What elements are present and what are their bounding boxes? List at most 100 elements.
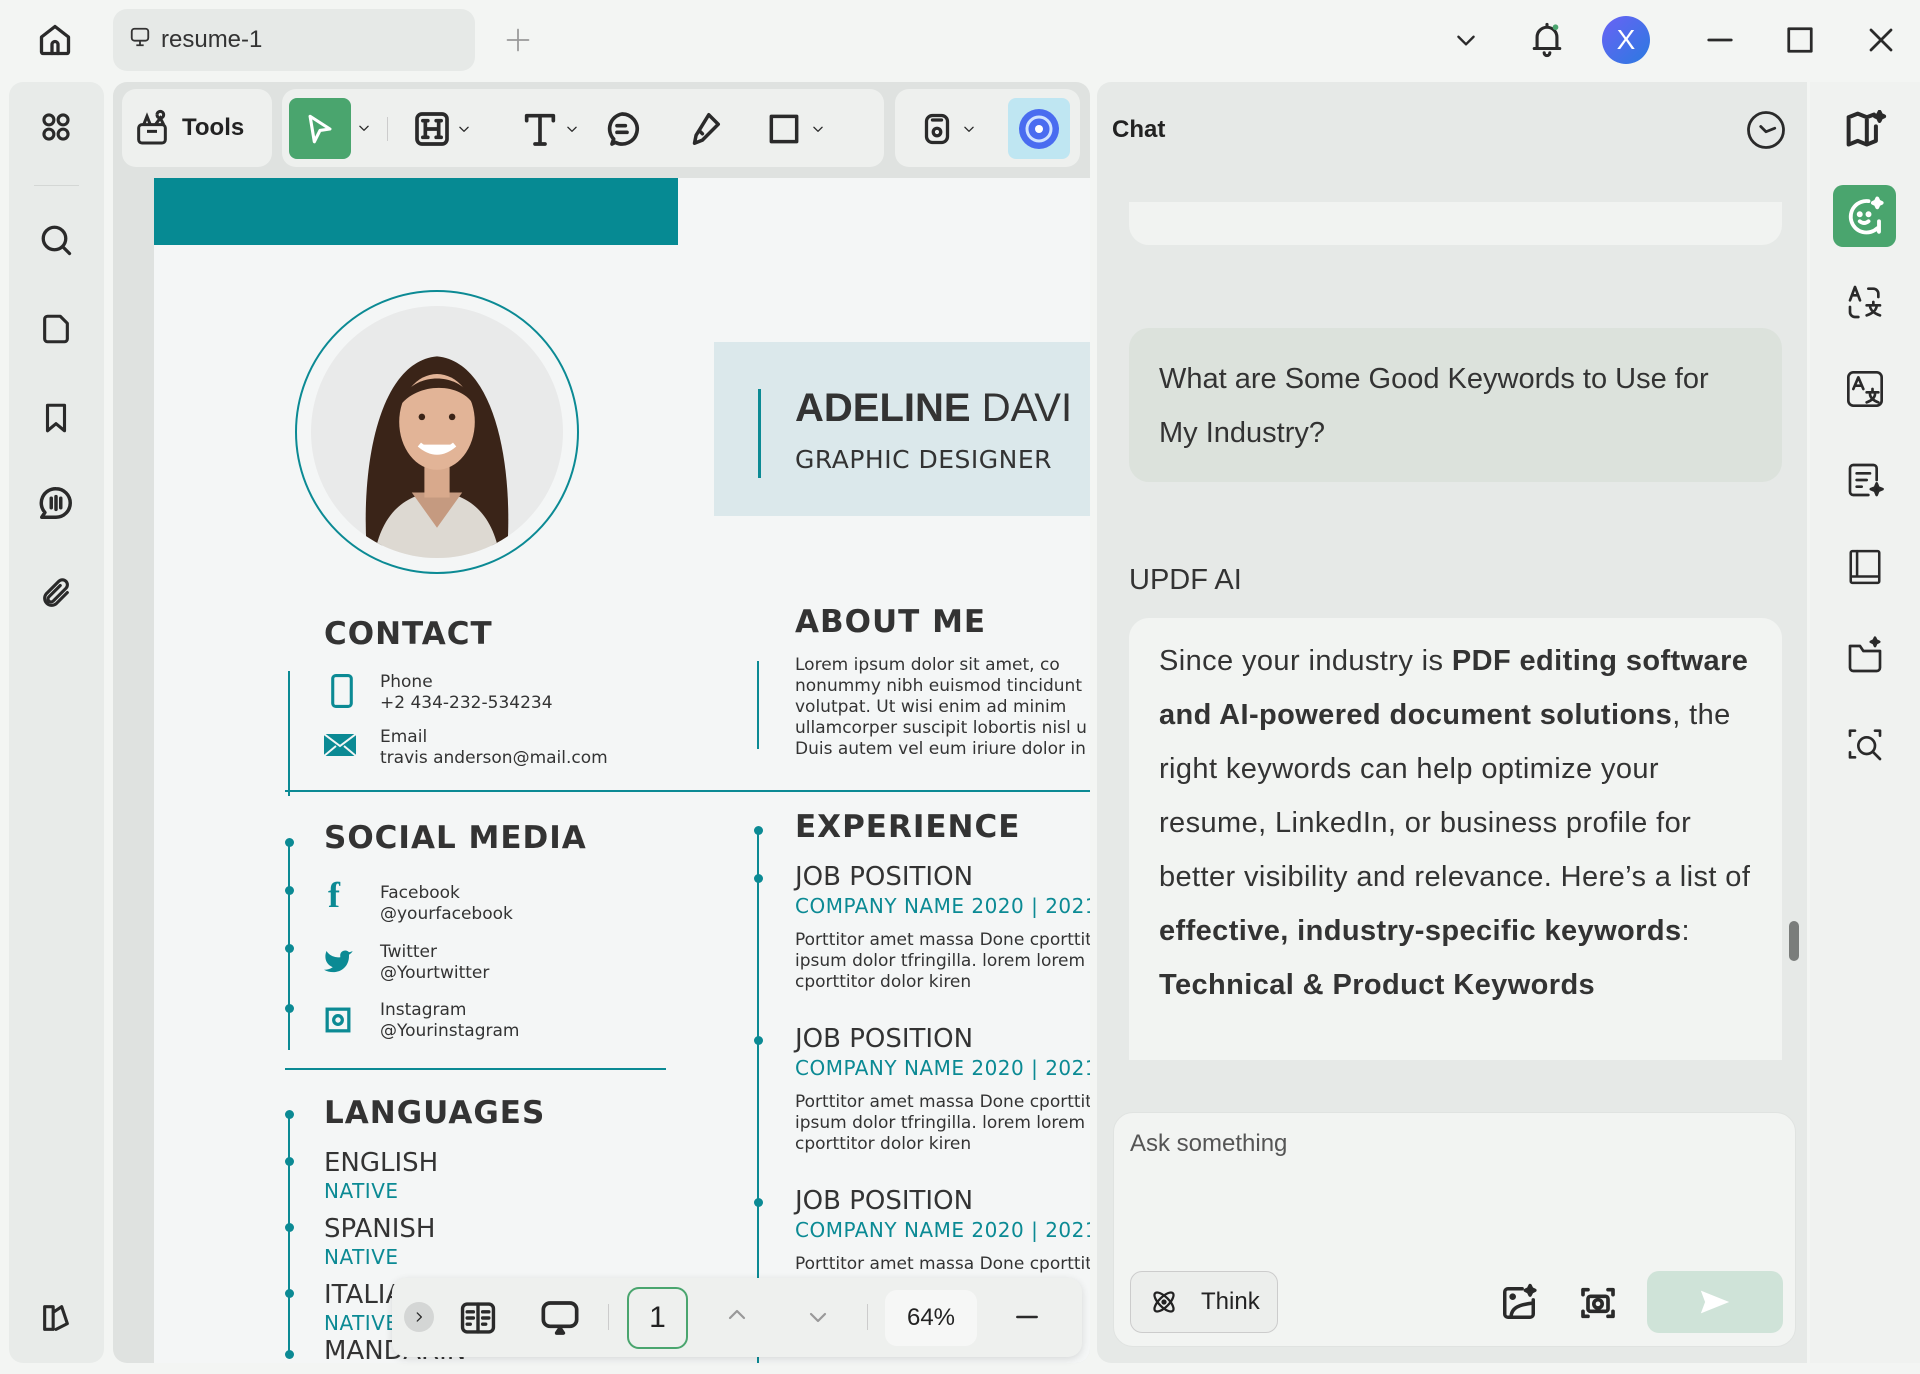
ai-reader-icon[interactable] bbox=[1842, 107, 1888, 153]
extra-tools-group bbox=[895, 89, 1080, 167]
language-level: NATIVE bbox=[324, 1311, 399, 1335]
document-area: Tools bbox=[113, 82, 1090, 1363]
close-icon[interactable] bbox=[1863, 22, 1899, 58]
profile-photo bbox=[311, 306, 563, 558]
phone-label: Phone bbox=[380, 672, 433, 693]
section-divider bbox=[285, 1068, 666, 1070]
ai-assistant-button[interactable] bbox=[1008, 98, 1070, 159]
new-tab-plus-icon[interactable] bbox=[500, 22, 536, 58]
chevron-down-icon[interactable] bbox=[808, 119, 828, 139]
stamp-tool-icon[interactable] bbox=[915, 107, 959, 151]
zoom-out-icon[interactable] bbox=[1012, 1302, 1042, 1332]
email-label: Email bbox=[380, 727, 427, 748]
ai-chat-button[interactable] bbox=[1833, 185, 1896, 247]
ai-summary-icon[interactable] bbox=[1842, 457, 1888, 503]
minimize-icon[interactable] bbox=[1702, 22, 1738, 58]
chevron-down-icon[interactable] bbox=[959, 119, 979, 139]
expand-chevron-icon[interactable] bbox=[404, 1302, 434, 1332]
chevron-down-icon[interactable] bbox=[562, 119, 582, 139]
chevron-down-icon[interactable] bbox=[454, 119, 474, 139]
translate-icon[interactable] bbox=[1842, 279, 1888, 325]
ocr-translate-icon[interactable] bbox=[1842, 366, 1888, 412]
bookmark-icon[interactable] bbox=[36, 398, 76, 438]
social-label: Facebook bbox=[380, 883, 460, 904]
chat-input-box[interactable]: Ask something Think bbox=[1113, 1112, 1796, 1347]
search-document-icon[interactable] bbox=[1842, 721, 1888, 767]
chat-scrollbar[interactable] bbox=[1789, 921, 1799, 961]
tools-label: Tools bbox=[182, 114, 244, 142]
ask-input-placeholder[interactable]: Ask something bbox=[1130, 1130, 1287, 1158]
name-banner: ADELINE DAVI GRAPHIC DESIGNER bbox=[714, 342, 1090, 516]
zoom-level[interactable]: 64% bbox=[885, 1290, 977, 1346]
document-tab[interactable]: resume-1 bbox=[113, 9, 475, 71]
name-first: ADELINE bbox=[795, 386, 971, 430]
history-clock-icon[interactable] bbox=[1743, 107, 1789, 153]
about-heading: ABOUT ME bbox=[795, 604, 986, 640]
select-tool-button[interactable] bbox=[289, 98, 351, 159]
send-button[interactable] bbox=[1647, 1271, 1783, 1333]
folder-ai-icon[interactable] bbox=[1842, 633, 1888, 679]
phone-icon bbox=[331, 674, 353, 712]
image-ai-icon[interactable] bbox=[1497, 1281, 1541, 1325]
resume-page: ADELINE DAVI GRAPHIC DESIGNER CONTACT Ph… bbox=[154, 178, 1090, 1363]
social-handle: @yourfacebook bbox=[380, 904, 513, 925]
job-entry: JOB POSITION COMPANY NAME 2020 | 2021 Po… bbox=[795, 1186, 1090, 1275]
email-value: travis anderson@mail.com bbox=[380, 748, 608, 769]
apps-grid-icon[interactable] bbox=[36, 107, 76, 147]
name-last: DAVI bbox=[982, 386, 1072, 430]
next-page-icon[interactable] bbox=[803, 1302, 833, 1332]
screenshot-camera-icon[interactable] bbox=[1576, 1281, 1620, 1325]
shape-tool-icon[interactable] bbox=[762, 107, 806, 151]
think-button[interactable]: Think bbox=[1130, 1271, 1278, 1333]
social-handle: @Yourinstagram bbox=[380, 1021, 520, 1042]
monitor-icon bbox=[129, 26, 151, 55]
edit-tools-group bbox=[282, 89, 884, 167]
user-avatar[interactable]: X bbox=[1602, 16, 1650, 64]
toolbox-icon bbox=[132, 108, 172, 148]
about-text: Lorem ipsum dolor sit amet, cononummy ni… bbox=[795, 655, 1090, 760]
job-title: GRAPHIC DESIGNER bbox=[795, 445, 1052, 474]
language-name: ENGLISH bbox=[324, 1148, 438, 1178]
phone-value: +2 434-232-534234 bbox=[380, 693, 553, 714]
experience-heading: EXPERIENCE bbox=[795, 809, 1020, 845]
comment-tool-icon[interactable] bbox=[600, 107, 644, 151]
heading-tool-icon[interactable] bbox=[410, 107, 454, 151]
user-message: What are Some Good Keywords to Use for M… bbox=[1129, 328, 1782, 482]
book-icon[interactable] bbox=[1842, 544, 1888, 590]
email-icon bbox=[324, 734, 356, 760]
job-entry: JOB POSITION COMPANY NAME 2020 | 2021 Po… bbox=[795, 862, 1090, 993]
attachment-icon[interactable] bbox=[36, 574, 76, 614]
previous-message-card bbox=[1129, 202, 1782, 245]
social-label: Instagram bbox=[380, 1000, 467, 1021]
chevron-down-icon[interactable] bbox=[1450, 24, 1482, 56]
notification-bell-icon[interactable] bbox=[1527, 18, 1567, 62]
profile-photo-frame bbox=[295, 290, 579, 574]
pen-tool-icon[interactable] bbox=[682, 107, 726, 151]
right-tool-rail bbox=[1810, 82, 1920, 1363]
comments-icon[interactable] bbox=[36, 483, 76, 523]
reading-mode-icon[interactable] bbox=[458, 1298, 498, 1338]
ai-response-heading: Technical & Product Keywords bbox=[1159, 969, 1595, 1001]
divider bbox=[34, 185, 79, 186]
language-name: SPANISH bbox=[324, 1214, 435, 1244]
page-number-input[interactable]: 1 bbox=[627, 1287, 688, 1349]
language-level: NATIVE bbox=[324, 1179, 399, 1203]
text-tool-icon[interactable] bbox=[518, 107, 562, 151]
maximize-icon[interactable] bbox=[1782, 22, 1818, 58]
twitter-icon bbox=[324, 948, 354, 978]
social-handle: @Yourtwitter bbox=[380, 963, 489, 984]
languages-heading: LANGUAGES bbox=[324, 1095, 545, 1131]
previous-page-icon[interactable] bbox=[722, 1300, 752, 1330]
home-icon[interactable] bbox=[35, 20, 75, 60]
ai-label: UPDF AI bbox=[1129, 564, 1242, 597]
sidebar-bottom-icon[interactable] bbox=[36, 1298, 76, 1338]
job-entry: JOB POSITION COMPANY NAME 2020 | 2021 Po… bbox=[795, 1024, 1090, 1155]
tools-button[interactable]: Tools bbox=[132, 101, 244, 155]
atom-icon bbox=[1149, 1287, 1179, 1317]
pages-icon[interactable] bbox=[36, 309, 76, 349]
contact-heading: CONTACT bbox=[324, 616, 493, 652]
header-accent-bar bbox=[154, 178, 678, 245]
presentation-icon[interactable] bbox=[540, 1298, 580, 1338]
select-dropdown-chevron-icon[interactable] bbox=[354, 116, 374, 140]
search-icon[interactable] bbox=[36, 220, 76, 260]
